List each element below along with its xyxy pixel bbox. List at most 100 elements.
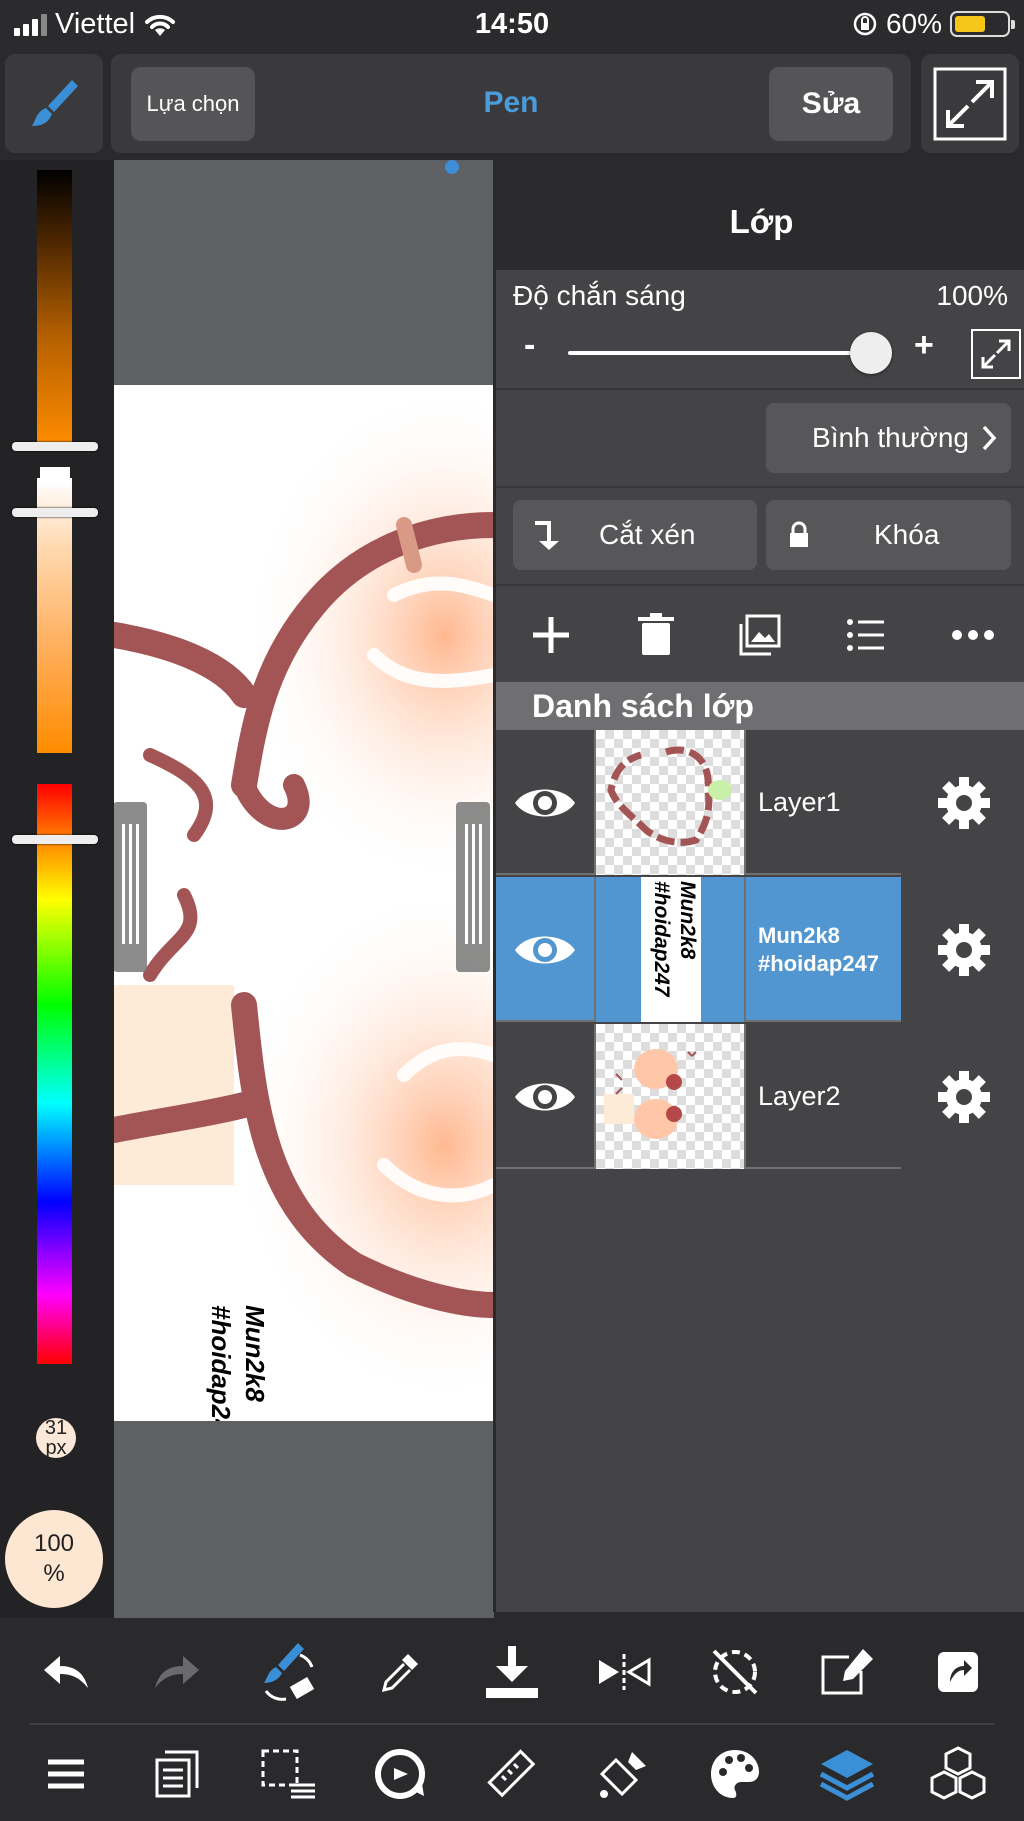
gear-icon <box>938 923 990 976</box>
layer-visibility-toggle[interactable] <box>496 877 596 1022</box>
clipping-label: Cắt xén <box>599 519 696 550</box>
watermark-line-2: #hoidap247 <box>206 1305 236 1421</box>
tool-header: Lựa chọn Pen Sửa <box>111 54 911 153</box>
more-icon[interactable] <box>951 629 995 641</box>
brush-icon <box>32 79 78 126</box>
layer-name: Mun2k8 #hoidap247 <box>758 922 880 976</box>
left-edge-handle[interactable] <box>114 802 147 972</box>
share-icon <box>938 1652 979 1692</box>
pages-icon <box>155 1750 199 1797</box>
chevron-right-icon <box>982 425 997 451</box>
edit-canvas-button[interactable] <box>812 1637 882 1707</box>
brush-size-indicator[interactable]: 31 px <box>36 1418 76 1458</box>
selection-icon <box>261 1749 315 1798</box>
brush-opacity-unit: % <box>43 1560 65 1587</box>
flip-icon <box>598 1654 650 1690</box>
expand-icon <box>933 67 1007 140</box>
rotate-off-icon <box>712 1649 758 1695</box>
status-bar: Viettel 14:50 60% <box>0 0 1024 50</box>
opacity-decrease-button[interactable]: - <box>524 326 535 365</box>
layer-visibility-toggle[interactable] <box>496 730 596 875</box>
undo-button[interactable] <box>31 1637 101 1707</box>
layer-name: Layer2 <box>758 1081 841 1111</box>
layer-toolbar <box>496 585 1024 685</box>
layer-opacity-slider[interactable] <box>568 351 868 355</box>
clipping-button[interactable]: Cắt xén <box>513 500 757 570</box>
rotation-lock-icon <box>853 12 877 36</box>
palette-icon <box>711 1749 760 1798</box>
right-edge-handle[interactable] <box>456 802 490 972</box>
layers-button[interactable] <box>812 1739 882 1809</box>
brush-opacity-indicator[interactable]: 100 % <box>5 1510 103 1608</box>
watermark-line-1: Mun2k8 <box>240 1305 270 1402</box>
fill-button[interactable] <box>589 1739 659 1809</box>
redo-button[interactable] <box>142 1637 212 1707</box>
battery-fill <box>955 16 985 32</box>
thumb-watermark-line-1: Mun2k8 <box>676 881 699 960</box>
hue-slider[interactable] <box>37 784 72 1364</box>
layer-settings-button[interactable] <box>901 877 1024 1022</box>
brush-size-unit: px <box>45 1437 67 1459</box>
ruler-button[interactable] <box>477 1739 547 1809</box>
trash-icon[interactable] <box>637 613 674 657</box>
brush-eraser-toggle[interactable] <box>254 1637 324 1707</box>
layer-visibility-toggle[interactable] <box>496 1024 596 1169</box>
opacity-increase-button[interactable]: + <box>914 326 934 365</box>
brightness-marker[interactable] <box>12 442 98 451</box>
page-indicator-dot <box>445 160 459 174</box>
expand-icon <box>981 339 1011 369</box>
layer-opacity-knob[interactable] <box>850 332 892 374</box>
edit-button[interactable]: Sửa <box>769 67 893 141</box>
rotate-canvas-icon <box>375 1748 426 1799</box>
color-panel: 31 px 100 % <box>0 160 114 1618</box>
layers-icon <box>819 1749 874 1801</box>
action-toolbar <box>0 1618 1024 1726</box>
brush-tool-button[interactable] <box>5 54 103 153</box>
drawing-canvas[interactable]: Mun2k8 #hoidap247 <box>114 385 494 1421</box>
selection-button[interactable] <box>254 1739 324 1809</box>
layer-list-title: Danh sách lớp <box>496 682 1024 730</box>
menu-button[interactable] <box>31 1739 101 1809</box>
add-layer-icon[interactable] <box>529 613 573 657</box>
rotate-reset-button[interactable] <box>700 1637 770 1707</box>
save-button[interactable] <box>477 1637 547 1707</box>
saturation-marker[interactable] <box>12 508 98 517</box>
fullscreen-button[interactable] <box>921 54 1019 153</box>
layer-opacity-label: Độ chắn sáng <box>513 280 686 311</box>
opacity-expand-button[interactable] <box>971 329 1021 379</box>
palette-button[interactable] <box>700 1739 770 1809</box>
layer-settings-button[interactable] <box>901 730 1024 875</box>
layer-row[interactable]: Layer1 <box>496 730 1024 875</box>
flip-button[interactable] <box>589 1637 659 1707</box>
menu-icon <box>47 1759 84 1788</box>
hue-marker[interactable] <box>12 835 98 844</box>
lock-button[interactable]: Khóa <box>766 500 1011 570</box>
layer-row-selected[interactable]: Mun2k8 #hoidap247 Mun2k8 #hoidap247 <box>496 877 1024 1022</box>
brush-swap-icon <box>263 1643 315 1701</box>
eyedropper-button[interactable] <box>365 1637 435 1707</box>
blend-mode-button[interactable]: Bình thường <box>766 403 1011 473</box>
eye-icon <box>515 1083 575 1110</box>
brush-size-value: 31 <box>44 1417 68 1439</box>
image-layer-icon[interactable] <box>739 614 781 656</box>
battery-percent: 60% <box>885 8 942 39</box>
share-button[interactable] <box>923 1637 993 1707</box>
canvas-area[interactable]: Mun2k8 #hoidap247 <box>114 160 494 1618</box>
pages-button[interactable] <box>142 1739 212 1809</box>
brush-opacity-value: 100 <box>33 1530 75 1557</box>
artwork <box>114 385 494 1421</box>
clip-arrow-icon <box>535 521 559 550</box>
materials-button[interactable] <box>923 1739 993 1809</box>
transform-button[interactable] <box>365 1739 435 1809</box>
saturation-slider[interactable] <box>37 478 72 753</box>
eyedropper-icon <box>382 1654 419 1693</box>
layer-thumbnail <box>596 730 746 875</box>
layer-settings-button[interactable] <box>901 1024 1024 1169</box>
layer-thumbnail: Mun2k8 #hoidap247 <box>596 877 746 1022</box>
brightness-slider[interactable] <box>37 170 72 445</box>
list-icon[interactable] <box>846 617 886 653</box>
layer-panel-title: Lớp <box>496 160 1024 270</box>
thumb-watermark-line-2: #hoidap247 <box>650 881 673 997</box>
eye-icon <box>515 789 575 816</box>
layer-row[interactable]: Layer2 <box>496 1024 1024 1169</box>
